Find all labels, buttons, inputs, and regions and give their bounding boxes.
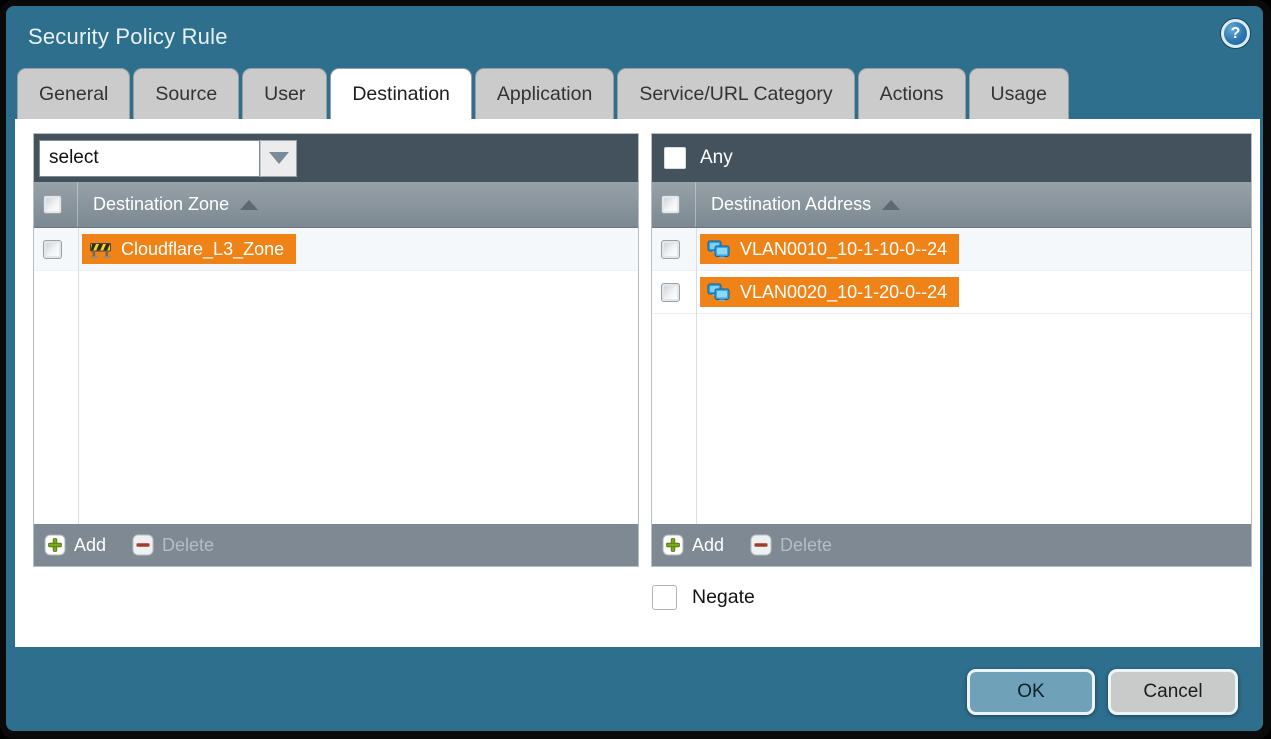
table-row[interactable]: VLAN0010_10-1-10-0--24 — [652, 228, 1251, 271]
column-divider — [77, 182, 78, 227]
zone-chip[interactable]: Cloudflare_L3_Zone — [82, 234, 296, 264]
checkbox-column-divider — [696, 228, 697, 524]
delete-button-label: Delete — [780, 535, 832, 556]
negate-row: Negate — [652, 585, 755, 610]
tab-general[interactable]: General — [17, 68, 130, 119]
add-button[interactable]: Add — [662, 534, 724, 556]
delete-minus-icon — [132, 534, 154, 556]
zone-select-all-checkbox[interactable] — [43, 195, 62, 214]
tab-destination[interactable]: Destination — [330, 68, 472, 119]
table-row[interactable]: VLAN0020_10-1-20-0--24 — [652, 271, 1251, 314]
row-checkbox[interactable] — [43, 240, 62, 259]
zone-icon — [89, 241, 112, 258]
add-button-label: Add — [692, 535, 724, 556]
ok-button[interactable]: OK — [967, 669, 1095, 715]
delete-button[interactable]: Delete — [132, 534, 214, 556]
address-chip-label: VLAN0010_10-1-10-0--24 — [740, 239, 947, 260]
column-divider — [695, 182, 696, 227]
zone-panel-toolbar: Add Delete — [34, 524, 638, 566]
zone-select-combo — [39, 140, 297, 177]
add-button[interactable]: Add — [44, 534, 106, 556]
address-select-all-checkbox[interactable] — [661, 195, 680, 214]
any-label: Any — [700, 147, 733, 169]
destination-tab-content: Destination Zone — [15, 119, 1260, 647]
add-button-label: Add — [74, 535, 106, 556]
window-frame: Security Policy Rule ? General Source Us… — [0, 0, 1271, 739]
tab-actions[interactable]: Actions — [858, 68, 966, 119]
delete-button-label: Delete — [162, 535, 214, 556]
address-icon — [707, 240, 731, 259]
row-checkbox[interactable] — [661, 283, 680, 302]
zone-chip-label: Cloudflare_L3_Zone — [121, 239, 284, 260]
row-checkbox[interactable] — [661, 240, 680, 259]
zone-select-dropdown-button[interactable] — [260, 140, 297, 177]
tab-bar: General Source User Destination Applicat… — [17, 68, 1069, 119]
tab-application[interactable]: Application — [475, 68, 614, 119]
zone-list: Cloudflare_L3_Zone — [34, 228, 638, 524]
chevron-down-icon — [269, 152, 289, 164]
address-list: VLAN0010_10-1-10-0--24 — [652, 228, 1251, 524]
address-panel-header: Any — [652, 134, 1251, 182]
address-icon — [707, 283, 731, 302]
any-checkbox[interactable] — [664, 147, 686, 169]
sort-ascending-icon[interactable] — [882, 200, 900, 210]
tab-user[interactable]: User — [242, 68, 327, 119]
delete-button[interactable]: Delete — [750, 534, 832, 556]
add-plus-icon — [44, 534, 66, 556]
sort-ascending-icon[interactable] — [240, 200, 258, 210]
zone-select-input[interactable] — [39, 140, 260, 177]
address-chip-label: VLAN0020_10-1-20-0--24 — [740, 282, 947, 303]
address-chip[interactable]: VLAN0010_10-1-10-0--24 — [700, 234, 959, 264]
dialog-footer-buttons: OK Cancel — [967, 669, 1238, 715]
destination-zone-panel: Destination Zone — [33, 133, 639, 567]
help-icon[interactable]: ? — [1221, 19, 1250, 48]
tab-service-url-category[interactable]: Service/URL Category — [617, 68, 854, 119]
tab-source[interactable]: Source — [133, 68, 239, 119]
checkbox-column-divider — [78, 228, 79, 524]
negate-checkbox[interactable] — [652, 585, 677, 610]
security-policy-rule-dialog: Security Policy Rule ? General Source Us… — [6, 6, 1263, 731]
address-column-label: Destination Address — [711, 194, 871, 215]
zone-panel-header — [34, 134, 638, 182]
table-row[interactable]: Cloudflare_L3_Zone — [34, 228, 638, 271]
tab-usage[interactable]: Usage — [969, 68, 1069, 119]
address-panel-toolbar: Add Delete — [652, 524, 1251, 566]
delete-minus-icon — [750, 534, 772, 556]
zone-column-header: Destination Zone — [34, 182, 638, 228]
address-chip[interactable]: VLAN0020_10-1-20-0--24 — [700, 277, 959, 307]
dialog-title: Security Policy Rule — [28, 24, 228, 50]
add-plus-icon — [662, 534, 684, 556]
address-column-header: Destination Address — [652, 182, 1251, 228]
zone-column-label: Destination Zone — [93, 194, 229, 215]
destination-address-panel: Any Destination Address — [651, 133, 1252, 567]
cancel-button[interactable]: Cancel — [1108, 669, 1238, 715]
negate-label: Negate — [692, 586, 755, 609]
